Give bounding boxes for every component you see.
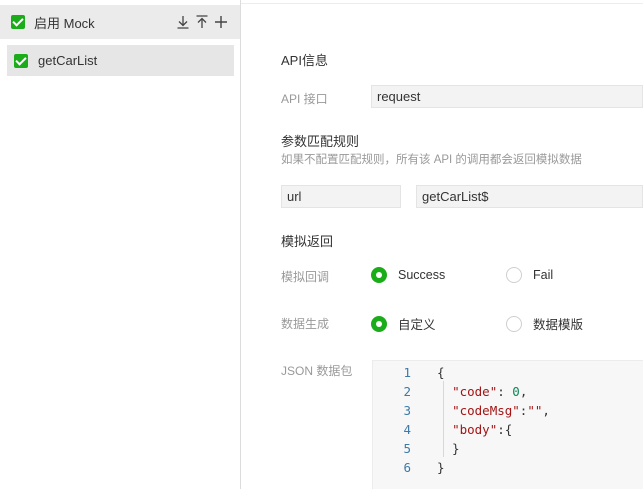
json-label: JSON 数据包 (281, 364, 353, 378)
upload-icon[interactable] (195, 15, 209, 29)
editor-gutter: 1 2 3 4 5 6 (373, 361, 423, 489)
callback-success-label: Success (398, 268, 446, 282)
generate-custom-label: 自定义 (398, 318, 436, 332)
mock-rule-label: getCarList (38, 53, 98, 68)
radio-unselected-icon[interactable] (506, 315, 522, 332)
mock-sidebar: 启用 Mock getCarList (0, 0, 241, 489)
generate-label: 数据生成 (281, 317, 330, 331)
generate-template-label: 数据模版 (533, 318, 584, 332)
code-line: "body":{ (452, 422, 513, 437)
json-editor[interactable]: 1 2 3 4 5 6 { "code": 0, "codeMsg":"", "… (372, 360, 643, 489)
api-input[interactable]: request (371, 85, 643, 108)
callback-label: 模拟回调 (281, 270, 330, 284)
code-line: "code": 0, (452, 384, 528, 399)
code-line: } (437, 460, 445, 475)
radio-unselected-icon[interactable] (506, 267, 522, 283)
generate-template-option[interactable]: 数据模版 (506, 314, 583, 333)
match-rules-title: 参数匹配规则 (281, 134, 360, 149)
mock-rule-checkbox[interactable] (14, 53, 28, 68)
radio-selected-icon[interactable] (371, 267, 387, 283)
line-number: 2 (403, 384, 411, 399)
line-number: 5 (403, 441, 411, 456)
mock-return-title: 模拟返回 (281, 234, 334, 249)
callback-success-option[interactable]: Success (371, 267, 445, 283)
enable-mock-label: 启用 Mock (34, 15, 95, 31)
download-icon[interactable] (176, 15, 190, 29)
mock-rule-item[interactable]: getCarList (7, 45, 234, 76)
match-key-input[interactable]: url (281, 185, 401, 208)
sidebar-header: 启用 Mock (0, 5, 240, 39)
line-number: 4 (403, 422, 411, 437)
radio-selected-icon[interactable] (371, 315, 387, 332)
match-rules-hint: 如果不配置匹配规则，所有该 API 的调用都会返回模拟数据 (281, 154, 582, 166)
line-number: 6 (403, 460, 411, 475)
api-label: API 接口 (281, 92, 328, 106)
mock-detail-panel: API信息 API 接口 request 参数匹配规则 如果不配置匹配规则，所有… (241, 5, 643, 489)
match-value-input[interactable]: getCarList$ (416, 185, 643, 208)
enable-mock-checkbox[interactable] (11, 15, 25, 29)
code-line: } (437, 441, 460, 456)
line-number: 1 (403, 365, 411, 380)
callback-fail-option[interactable]: Fail (506, 267, 553, 283)
add-icon[interactable] (214, 15, 228, 29)
line-number: 3 (403, 403, 411, 418)
api-info-title: API信息 (281, 53, 328, 68)
callback-fail-label: Fail (533, 268, 554, 282)
generate-custom-option[interactable]: 自定义 (371, 314, 436, 333)
code-line: { (437, 365, 445, 380)
sidebar-tools (176, 5, 228, 39)
code-line: "codeMsg":"", (452, 403, 550, 418)
